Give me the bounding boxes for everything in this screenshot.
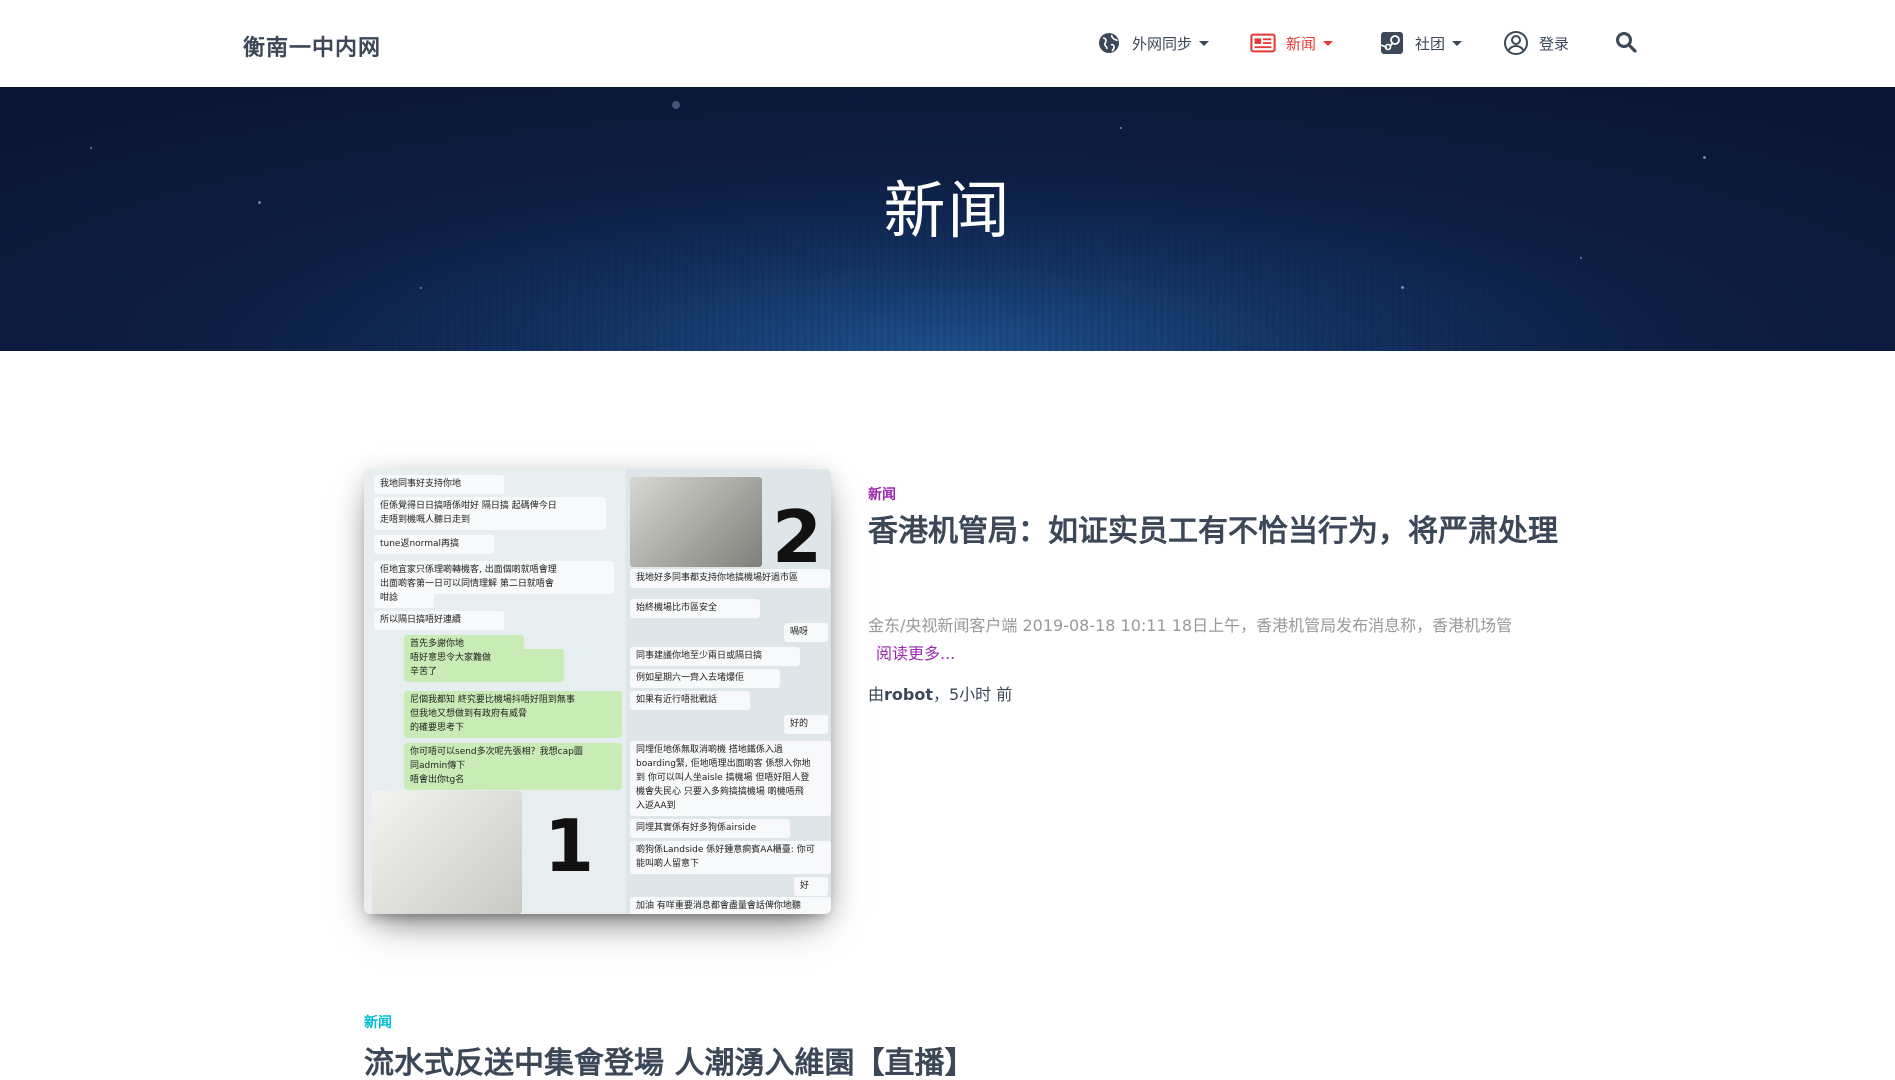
nav-login-link[interactable]: 登录 (1503, 28, 1569, 58)
article-category[interactable]: 新闻 (868, 484, 896, 504)
page-title: 新闻 (883, 174, 1012, 247)
read-more-link[interactable]: 阅读更多... (876, 644, 955, 663)
article-thumbnail[interactable]: 我地同事好支持你地 佢係覺得日日搞唔係咁好 隔日搞 起碼俾今日 走唔到機嘅人聽日… (364, 469, 831, 914)
navbar: 衡南一中内网 外网同步 新闻 社团 登录 (0, 0, 1895, 87)
steam-icon (1379, 30, 1405, 56)
chat-bubble: 我地同事好支持你地 (374, 475, 504, 494)
chat-bubble: tune返normal再搞 (374, 535, 494, 554)
article-excerpt: 金东/央视新闻客户端 2019-08-18 10:11 18日上午，香港机管局发… (868, 612, 1548, 668)
article-category[interactable]: 新闻 (364, 1012, 392, 1032)
chevron-down-icon (1199, 40, 1210, 46)
hero-star (672, 101, 680, 109)
article-excerpt-text: 金东/央视新闻客户端 2019-08-18 10:11 18日上午，香港机管局发… (868, 616, 1513, 635)
chat-bubble: 同埋其實係有好多狗係airside (630, 819, 790, 838)
chat-bubble: 入返AA到 (630, 797, 831, 816)
chat-bubble: 我地好多同事都支持你地搞機場好過市區 (630, 569, 830, 588)
chat-bubble: 始終機場比市區安全 (630, 599, 760, 618)
nav-login-label: 登录 (1539, 34, 1570, 53)
nav-club-dropdown[interactable]: 社团 (1379, 28, 1463, 58)
byline-prefix: 由 (868, 685, 885, 704)
nav-sync-dropdown[interactable]: 外网同步 (1096, 28, 1210, 58)
chat-bubble: 走唔到機嘅人聽日走到 (374, 511, 606, 530)
chat-bubble: 咁諗 (374, 589, 434, 608)
newspaper-icon (1250, 30, 1276, 56)
chat-bubble-green: 辛苦了 (404, 663, 564, 682)
hero-star (1120, 127, 1122, 129)
nav-news-dropdown[interactable]: 新闻 (1250, 28, 1334, 58)
chat-bubble: 如果有近行唔批戰話 (630, 691, 750, 710)
hero-banner: 新闻 (0, 87, 1895, 351)
hero-star (1703, 156, 1706, 159)
nav-club-label: 社团 (1415, 34, 1446, 53)
chat-bubble: 加油 有咩重要消息都會盡量會話俾你地聽 (630, 897, 831, 914)
chat-bubble: 能叫啲人留意下 (630, 855, 831, 874)
article-title[interactable]: 香港机管局：如证实员工有不恰当行为，将严肃处理 (868, 510, 1568, 553)
chat-number-one: 1 (544, 804, 595, 888)
chevron-down-icon (1452, 40, 1463, 46)
chat-bubble: 喎呀 (784, 623, 828, 642)
hero-star (1580, 257, 1582, 259)
chat-number-two: 2 (772, 495, 823, 579)
site-brand[interactable]: 衡南一中内网 (243, 30, 381, 62)
chat-photo-right (630, 477, 762, 567)
chat-bubble: 所以隔日搞唔好連續 (374, 611, 504, 630)
chat-photo-left (372, 791, 522, 914)
search-button[interactable] (1614, 30, 1640, 56)
author-link[interactable]: robot (884, 685, 933, 704)
hero-star (420, 287, 422, 289)
search-icon (1616, 32, 1637, 53)
hero-star (90, 147, 92, 149)
chat-bubble-green: 的確要思考下 (404, 719, 622, 738)
globe-icon (1096, 30, 1122, 56)
nav-sync-label: 外网同步 (1132, 34, 1193, 53)
chat-bubble: 好 (794, 877, 828, 896)
article-byline: 由robot，5小时 前 (868, 681, 1012, 705)
chevron-down-icon (1323, 40, 1334, 46)
post-time: ，5小时 前 (933, 685, 1013, 704)
chat-bubble: 好的 (784, 715, 828, 734)
chat-bubble-green: 唔會出你tg名 (404, 771, 622, 790)
hero-star (1401, 286, 1404, 289)
chat-bubble: 例如星期六一齊入去堵爆佢 (630, 669, 780, 688)
nav-news-label: 新闻 (1286, 34, 1317, 53)
chat-bubble: 同事建議你地至少兩日或隔日搞 (630, 647, 800, 666)
user-circle-icon (1503, 30, 1529, 56)
article-title[interactable]: 流水式反送中集會登場 人潮湧入維園【直播】 (364, 1038, 1264, 1080)
